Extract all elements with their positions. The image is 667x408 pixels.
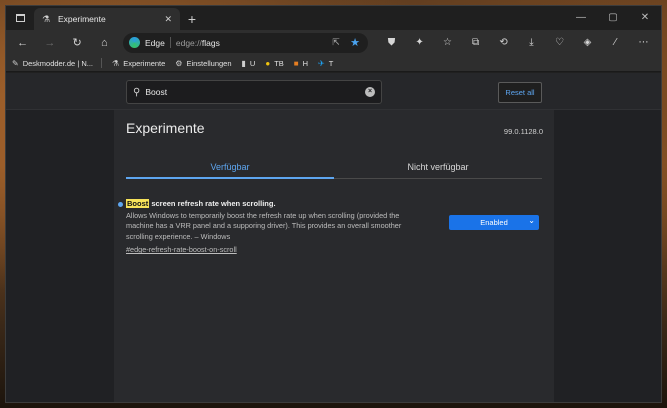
h-icon: ■ [293,58,299,68]
share-icon[interactable]: ⇱ [329,37,343,48]
gear-icon: ⚙ [175,58,183,68]
flask-icon: ⚗ [112,58,120,68]
tab-close-icon[interactable]: ✕ [164,14,172,25]
omnibox-separator [169,37,171,48]
favorite-label: U [249,58,256,68]
favorite-u[interactable]: ▮ U [242,59,256,68]
tab-experimente[interactable]: ⚗ Experimente ✕ [34,8,180,30]
maximize-button[interactable]: ▢ [597,6,629,28]
tab-available[interactable]: Verfügbar [126,155,334,179]
new-tab-button[interactable]: + [180,8,204,30]
page-title: Experimente [126,120,205,136]
close-window-button[interactable]: ✕ [629,6,661,28]
shield-icon[interactable]: ⛊ [378,32,405,54]
browser-window: ⚗ Experimente ✕ + — ▢ ✕ ← → ↻ ⌂ Edge edg… [5,5,662,403]
flags-page: ⚲ Boost × Reset all Experimente 99.0.112… [6,73,661,402]
favorite-label: Deskmodder.de | N... [22,58,94,68]
tab-unavailable[interactable]: Nicht verfügbar [334,155,542,178]
experiments-panel: Experimente 99.0.1128.0 Verfügbar Nicht … [114,110,554,402]
url-prefix: edge:// [175,37,202,48]
search-value[interactable]: Boost [145,87,360,97]
browser-essentials-icon[interactable]: ◈ [574,32,601,54]
tab-actions-icon [15,14,25,22]
flags-search-input[interactable]: ⚲ Boost × [126,80,382,104]
flask-icon: ⚗ [42,14,51,24]
tab-title: Experimente [58,14,106,24]
search-highlight: Boost [126,199,150,208]
favorite-label: Experimente [123,58,166,68]
favorites-icon[interactable]: ☆ [434,32,461,54]
home-button[interactable]: ⌂ [92,32,117,54]
tab-strip: ⚗ Experimente ✕ + — ▢ ✕ [6,6,661,30]
toolbar-extensions: ⛊ ✦ ☆ ⧉ ⟲ ⤓ ♡ ◈ ⁄ ⋯ [378,32,657,54]
flag-state-value: Enabled [480,218,508,227]
window-caption-buttons: — ▢ ✕ [565,6,661,28]
flag-description: Allows Windows to temporarily boost the … [126,211,402,241]
favorite-einstellungen[interactable]: ⚙ Einstellungen [175,59,231,68]
flag-entry: Boost screen refresh rate when scrolling… [118,199,542,254]
version-label: 99.0.1128.0 [503,127,543,136]
search-header: ⚲ Boost × Reset all [6,73,661,110]
favorites-bar: ✎ Deskmodder.de | N... ⚗ Experimente ⚙ E… [6,55,661,72]
history-icon[interactable]: ⟲ [490,32,517,54]
refresh-button[interactable]: ↻ [65,32,90,54]
tab-actions-menu-button[interactable] [6,6,34,30]
favorite-label: T [328,58,334,68]
favorite-experimente[interactable]: ⚗ Experimente [112,59,165,68]
flag-permalink[interactable]: #edge-refresh-rate-boost-on-scroll [126,245,542,254]
chevron-down-icon: ⌄ [528,216,535,225]
search-icon: ⚲ [133,86,141,98]
url-text[interactable]: edge://flags [176,38,324,48]
address-bar[interactable]: Edge edge://flags ⇱ ★ [123,32,369,53]
back-button[interactable]: ← [10,32,35,54]
reset-all-button[interactable]: Reset all [498,82,542,103]
edge-logo-icon [129,37,140,48]
toolbar: ← → ↻ ⌂ Edge edge://flags ⇱ ★ ⛊ ✦ ☆ ⧉ ⟲ … [6,30,661,55]
u-icon: ▮ [241,58,246,68]
omnibox-label: Edge [145,37,165,48]
clear-search-icon[interactable]: × [365,87,375,97]
favorite-label: H [302,58,309,68]
twitter-icon: ✈ [318,58,325,68]
flag-name: Boost screen refresh rate when scrolling… [126,199,542,208]
favorite-h[interactable]: ■ H [294,59,308,68]
favorite-deskmodder[interactable]: ✎ Deskmodder.de | N... [12,58,103,68]
favorite-label: TB [274,58,284,68]
extension-icon[interactable]: ✦ [406,32,433,54]
favorite-tb[interactable]: ● TB [265,59,283,68]
feedback-icon[interactable]: ⁄ [602,32,629,54]
url-path: flags [201,37,220,48]
minimize-button[interactable]: — [565,6,597,28]
collections-icon[interactable]: ⧉ [462,32,489,54]
favorite-t[interactable]: ✈ T [318,59,333,68]
pen-icon: ✎ [12,58,19,68]
favorites-separator [101,58,103,68]
flags-tabs: Verfügbar Nicht verfügbar [126,155,542,179]
favorite-star-icon[interactable]: ★ [348,36,362,49]
health-icon[interactable]: ♡ [546,32,573,54]
forward-button[interactable]: → [37,32,62,54]
flag-state-select[interactable]: Enabled ⌄ [449,215,539,230]
modified-indicator [118,202,123,207]
tb-icon: ● [265,58,271,68]
flag-name-rest: screen refresh rate when scrolling. [149,199,276,208]
favorite-label: Einstellungen [186,58,232,68]
more-menu-icon[interactable]: ⋯ [630,32,657,54]
downloads-icon[interactable]: ⤓ [518,32,545,54]
